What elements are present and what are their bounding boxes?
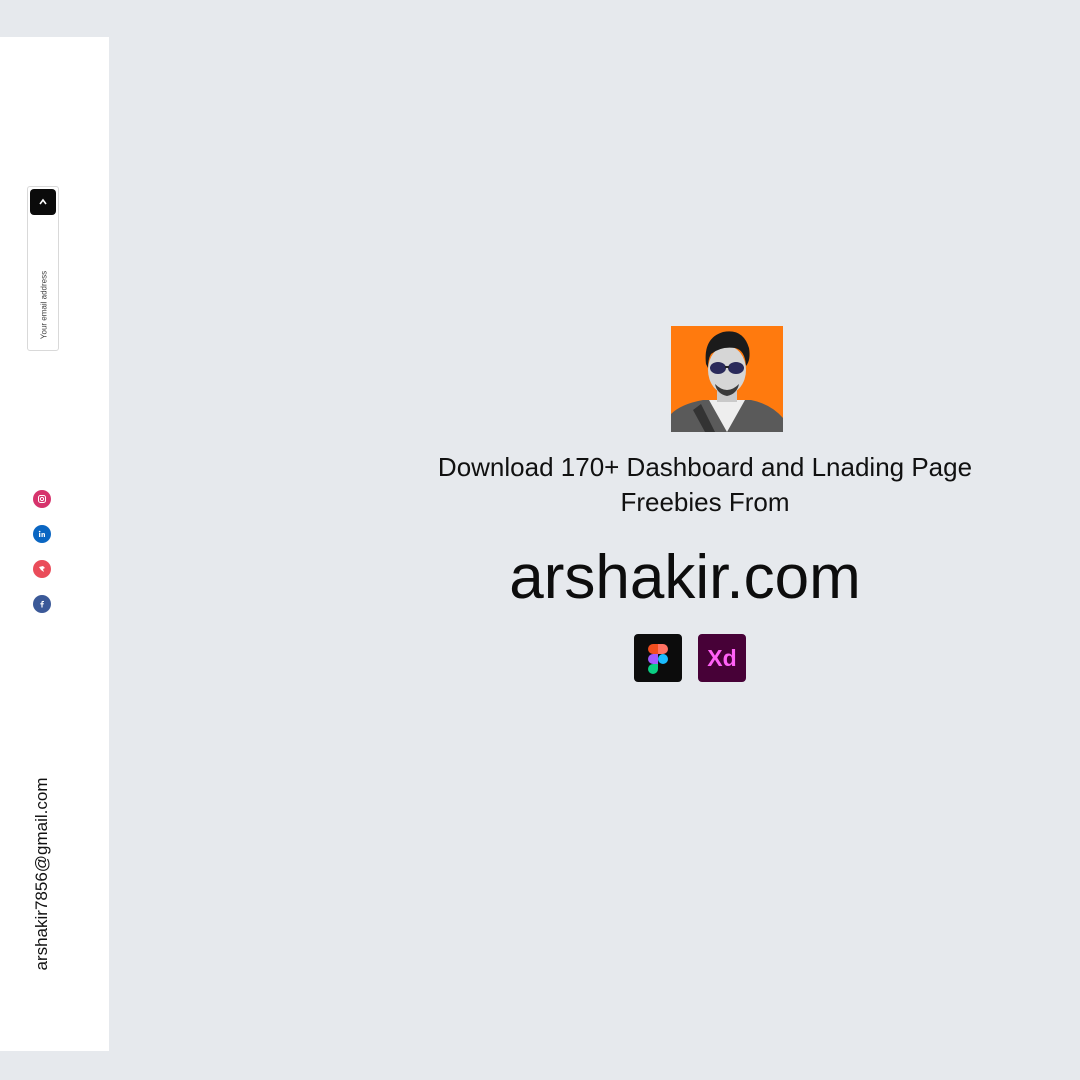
linkedin-link[interactable] xyxy=(33,525,51,543)
person-photo xyxy=(671,331,783,432)
adobe-xd-icon: Xd xyxy=(707,644,737,671)
figma-icon xyxy=(648,644,668,674)
contact-email[interactable]: arshakir7856@gmail.com xyxy=(32,777,52,970)
headline-line-1: Download 170+ Dashboard and Lnading Page xyxy=(437,452,973,482)
figma-badge xyxy=(634,634,682,682)
instagram-icon xyxy=(38,495,46,503)
headline: Download 170+ Dashboard and Lnading Page… xyxy=(380,450,1030,520)
avatar xyxy=(671,326,783,432)
headline-line-2: Freebies From xyxy=(620,487,790,517)
instagram-link[interactable] xyxy=(33,490,51,508)
facebook-icon xyxy=(40,600,44,608)
subscribe-form: Your email address xyxy=(27,186,59,351)
dribbble-link[interactable] xyxy=(33,560,51,578)
linkedin-icon xyxy=(38,530,45,537)
facebook-link[interactable] xyxy=(33,595,51,613)
site-link[interactable]: arshakir.com xyxy=(380,540,990,616)
adobe-xd-badge: Xd xyxy=(698,634,746,682)
email-input[interactable]: Your email address xyxy=(40,271,49,339)
sidebar: Your email address arshakir7856@gmail.co… xyxy=(0,37,109,1051)
bird-icon xyxy=(39,566,45,572)
arrow-up-icon xyxy=(39,198,47,205)
submit-button[interactable] xyxy=(30,189,56,215)
